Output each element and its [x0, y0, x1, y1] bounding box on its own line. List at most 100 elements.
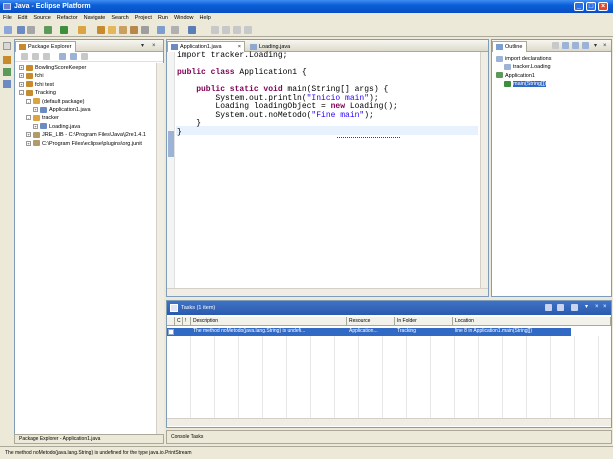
collapse-all-icon[interactable] [59, 53, 66, 60]
tasks-title[interactable]: Tasks (1 item) [181, 301, 215, 315]
edit-icon[interactable] [157, 26, 165, 34]
collapse-icon[interactable]: - [19, 90, 24, 96]
tree-item[interactable]: - tracker [26, 114, 59, 122]
expand-icon[interactable]: + [19, 81, 24, 87]
col-header-check[interactable] [167, 317, 175, 325]
col-header-location[interactable]: Location [453, 317, 611, 325]
up-icon[interactable] [43, 53, 50, 60]
menu-item-refactor[interactable]: Refactor [54, 13, 81, 23]
forward-icon[interactable] [32, 53, 39, 60]
menu-item-file[interactable]: File [0, 13, 15, 23]
menu-item-edit[interactable]: Edit [15, 13, 30, 23]
menu-item-run[interactable]: Run [155, 13, 171, 23]
close-view-icon[interactable]: × [152, 43, 156, 49]
new-java-project-icon[interactable] [78, 26, 86, 34]
menu-item-help[interactable]: Help [197, 13, 214, 23]
menu-item-search[interactable]: Search [108, 13, 131, 23]
back-icon[interactable] [21, 53, 28, 60]
outline-item[interactable]: Application1 [496, 72, 535, 80]
col-header-folder[interactable]: In Folder [395, 317, 453, 325]
code-line[interactable]: } [177, 128, 398, 138]
editor-hscrollbar[interactable] [167, 288, 488, 296]
delete-task-icon[interactable] [557, 304, 564, 311]
col-header-completed[interactable]: C [175, 317, 183, 325]
code-line[interactable]: public class Application1 { [177, 68, 398, 78]
minimize-view-icon[interactable]: × [595, 304, 599, 310]
history-icon[interactable] [244, 26, 252, 34]
tree-item[interactable]: + fchi [19, 72, 44, 80]
expand-icon[interactable]: + [26, 140, 31, 146]
view-menu-icon[interactable] [81, 53, 88, 60]
resource-perspective-icon[interactable] [3, 56, 11, 64]
bottom-tab-labels[interactable]: Console Tasks [171, 431, 203, 444]
back-icon[interactable] [211, 26, 219, 34]
new-interface-icon[interactable] [119, 26, 127, 34]
debug-perspective-icon[interactable] [3, 68, 11, 76]
expand-icon[interactable]: + [19, 73, 24, 79]
menu-item-navigate[interactable]: Navigate [81, 13, 109, 23]
outline-item[interactable]: import declarations [496, 55, 551, 63]
view-menu-icon[interactable]: ▾ [585, 304, 588, 310]
new-icon[interactable] [4, 26, 12, 34]
tree-item[interactable]: + JRE_LIB - C:\Program Files\Java\j2re1.4… [26, 131, 146, 139]
outline-item[interactable]: tracker.Loading [504, 63, 551, 71]
print-icon[interactable] [27, 26, 35, 34]
new-package-icon[interactable] [97, 26, 105, 34]
menu-item-project[interactable]: Project [132, 13, 155, 23]
expand-icon[interactable]: + [33, 107, 38, 113]
editor-vscrollbar[interactable] [480, 52, 488, 288]
tasks-hscrollbar[interactable] [167, 418, 611, 426]
package-explorer-vscrollbar[interactable] [156, 63, 164, 435]
last-edit-icon[interactable] [233, 26, 241, 34]
code-line[interactable]: } [177, 119, 398, 129]
open-type-icon[interactable] [130, 26, 138, 34]
open-perspective-icon[interactable] [3, 42, 11, 50]
tab-package-explorer[interactable]: Package Explorer [15, 41, 77, 52]
code-line[interactable]: System.out.noMetodo("Fine main"); [177, 111, 398, 121]
expand-icon[interactable]: + [33, 123, 38, 129]
search-icon[interactable] [141, 26, 149, 34]
collapse-icon[interactable]: - [26, 98, 31, 104]
tree-item[interactable]: + C:\Program Files\eclipse\plugins\org.ju… [26, 140, 142, 148]
tree-item[interactable]: - (default package) [26, 98, 85, 106]
minimize-button[interactable]: _ [574, 2, 584, 11]
tree-item[interactable]: - Tracking [19, 89, 56, 97]
tree-item[interactable]: + BowlingScoreKeeper [19, 64, 86, 72]
add-task-icon[interactable] [545, 304, 552, 311]
tree-item[interactable]: + fchi test [19, 81, 54, 89]
hide-static-icon[interactable] [572, 42, 579, 49]
hide-nonpublic-icon[interactable] [582, 42, 589, 49]
tree-item[interactable]: + Loading.java [33, 123, 80, 131]
menu-item-window[interactable]: Window [171, 13, 197, 23]
filter-icon[interactable] [571, 304, 578, 311]
tree-item[interactable]: + Application1.java [33, 106, 91, 114]
pin-icon[interactable] [171, 26, 179, 34]
col-header-resource[interactable]: Resource [347, 317, 395, 325]
collapse-icon[interactable]: - [26, 115, 31, 121]
col-header-priority[interactable]: ! [183, 317, 191, 325]
next-annotation-icon[interactable] [188, 26, 196, 34]
link-editor-icon[interactable] [70, 53, 77, 60]
expand-icon[interactable]: + [26, 132, 31, 138]
menu-item-source[interactable]: Source [30, 13, 53, 23]
debug-icon[interactable] [44, 26, 52, 34]
expand-icon[interactable]: + [19, 65, 24, 71]
code-line[interactable]: import tracker.Loading; [177, 51, 398, 61]
title-bar[interactable]: Java - Eclipse Platform _ □ × [0, 0, 613, 13]
sort-icon[interactable] [552, 42, 559, 49]
col-header-description[interactable]: Description [191, 317, 347, 325]
outline-item[interactable]: main(String[]) [504, 80, 547, 88]
run-icon[interactable] [60, 26, 68, 34]
close-view-icon[interactable]: × [603, 43, 607, 49]
forward-icon[interactable] [222, 26, 230, 34]
view-menu-icon[interactable]: ▾ [141, 43, 144, 49]
hide-fields-icon[interactable] [562, 42, 569, 49]
new-class-icon[interactable] [108, 26, 116, 34]
maximize-button[interactable]: □ [586, 2, 596, 11]
source-code[interactable]: import tracker.Loading; public class Appl… [177, 51, 398, 138]
close-button[interactable]: × [598, 2, 608, 11]
tab-outline[interactable]: Outline [492, 41, 528, 52]
view-menu-icon[interactable]: ▾ [594, 43, 597, 49]
save-icon[interactable] [17, 26, 25, 34]
table-row[interactable]: The method noMetodo(java.lang.String) is… [167, 328, 571, 336]
